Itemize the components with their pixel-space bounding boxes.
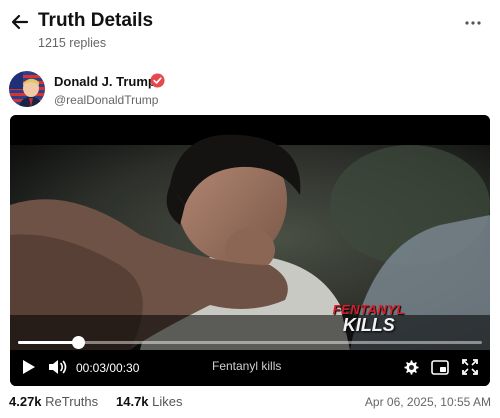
retruths-count: 4.27k: [9, 394, 42, 409]
gear-icon: [403, 359, 419, 375]
avatar[interactable]: [9, 71, 45, 107]
progress-bar[interactable]: [18, 336, 482, 349]
settings-button[interactable]: [402, 358, 420, 376]
author-name[interactable]: Donald J. Trump: [54, 74, 156, 89]
more-options-button[interactable]: [462, 14, 484, 32]
play-button[interactable]: [20, 358, 38, 376]
post-author: Donald J. Trump @realDonaldTrump: [9, 71, 489, 109]
overlay-line-2: KILLS: [342, 315, 395, 335]
video-caption: Fentanyl kills: [212, 359, 282, 373]
fullscreen-icon: [462, 359, 478, 375]
volume-icon: [49, 360, 67, 374]
time-display: 00:03/00:30: [76, 361, 139, 375]
play-icon: [23, 360, 35, 374]
picture-in-picture-icon: [431, 359, 449, 375]
page-header: Truth Details 1215 replies: [0, 0, 500, 58]
post-timestamp: Apr 06, 2025, 10:55 AM: [364, 395, 491, 409]
author-handle[interactable]: @realDonaldTrump: [54, 93, 158, 107]
post-stats: 4.27k ReTruths 14.7k Likes Apr 06, 2025,…: [9, 394, 491, 412]
page-title: Truth Details: [38, 10, 154, 31]
likes-stat[interactable]: 14.7k Likes: [116, 394, 183, 409]
retruths-label: ReTruths: [45, 394, 99, 409]
more-horizontal-icon: [465, 21, 481, 25]
volume-button[interactable]: [48, 358, 68, 376]
likes-label: Likes: [152, 394, 183, 409]
fullscreen-button[interactable]: [461, 358, 479, 376]
current-time: 00:03: [76, 361, 107, 375]
picture-in-picture-button[interactable]: [430, 358, 450, 376]
back-button[interactable]: [9, 11, 31, 33]
video-overlay-text: FENTANYL KILLS: [333, 303, 405, 334]
video-player[interactable]: FENTANYL KILLS 00:03/00:30 Fentanyl kill…: [10, 115, 490, 386]
reply-count: 1215 replies: [38, 36, 107, 50]
likes-count: 14.7k: [116, 394, 149, 409]
arrow-left-icon: [11, 14, 29, 30]
retruths-stat[interactable]: 4.27k ReTruths: [9, 394, 98, 409]
verified-badge-icon: [150, 73, 165, 88]
progress-fill: [18, 341, 79, 344]
duration: 00:30: [109, 361, 140, 375]
